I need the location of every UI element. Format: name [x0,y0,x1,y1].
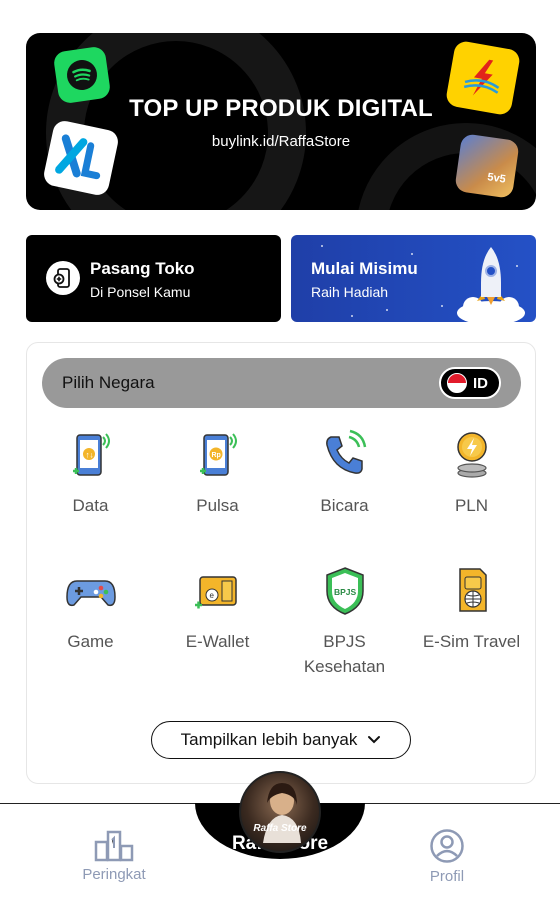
xl-logo-icon [41,118,121,198]
country-selector[interactable]: Pilih Negara ID [42,358,521,408]
esim-globe-icon [458,568,487,612]
svg-text:BPJS: BPJS [334,587,357,597]
bpjs-shield-icon: BPJS [325,567,364,615]
service-esim[interactable]: E-Sim Travel [408,563,535,654]
country-label: Pilih Negara [62,373,155,392]
country-pill[interactable]: ID [439,367,501,399]
mulai-misimu-card[interactable]: Mulai Misimu Raih Hadiah [291,235,536,322]
star-decoration [321,245,323,247]
rocket-icon [457,247,525,322]
pln-coin-icon [456,432,487,478]
services-card: Pilih Negara ID ↑↓ Data Rp Pulsa Bicara … [26,342,536,784]
nav-peringkat[interactable]: Peringkat [54,828,174,883]
service-label: Pulsa [196,496,239,515]
pasang-toko-subtitle: Di Ponsel Kamu [90,284,191,300]
nav-profil[interactable]: Profil [387,828,507,885]
nav-label: Profil [429,868,465,885]
svg-text:↑↓: ↑↓ [85,451,93,460]
store-avatar[interactable]: Raffa Store [239,771,321,853]
svg-text:e: e [209,591,214,600]
service-label: Bicara [320,496,369,515]
service-label: PLN [454,496,489,515]
star-decoration [441,305,443,307]
star-decoration [411,253,413,255]
chevron-down-icon [368,736,381,744]
pasang-toko-title: Pasang Toko [90,259,195,278]
phone-data-icon: ↑↓ [72,433,110,476]
service-pln[interactable]: PLN [408,427,535,518]
install-app-icon [46,261,80,295]
banner-title: TOP UP PRODUK DIGITAL [129,95,433,122]
service-bpjs[interactable]: BPJS BPJS Kesehatan [281,563,408,679]
indonesia-flag-icon [447,373,467,393]
service-pulsa[interactable]: Rp Pulsa [154,427,281,518]
user-profile-icon [430,829,464,863]
service-label: E-Sim Travel [422,632,521,651]
leaderboard-icon [94,830,134,862]
phone-pulsa-icon: Rp [199,433,237,476]
svg-text:Rp: Rp [211,452,220,459]
phone-call-icon [325,429,366,474]
gamepad-icon [65,580,116,607]
show-more-button[interactable]: Tampilkan lebih banyak [151,721,411,759]
service-ewallet[interactable]: e E-Wallet [154,563,281,654]
banner-subtitle: buylink.id/RaffaStore [211,133,351,150]
service-data[interactable]: ↑↓ Data [27,427,154,518]
service-label: Game [67,632,114,651]
show-more-label: Tampilkan lebih banyak [180,730,358,749]
service-label: E-Wallet [185,632,250,651]
pasang-toko-card[interactable]: Pasang Toko Di Ponsel Kamu [26,235,281,322]
country-code: ID [473,374,488,392]
svg-text:5v5: 5v5 [487,171,507,185]
service-game[interactable]: Game [27,563,154,654]
wallet-icon: e [194,576,237,609]
star-decoration [351,315,353,317]
service-label: BPJS Kesehatan [303,632,386,676]
top-up-banner[interactable]: 5v5 TOP UP PRODUK DIGITAL buylink.id/Raf… [26,33,536,210]
nav-label: Peringkat [82,866,146,883]
mulai-misimu-title: Mulai Misimu [311,259,418,278]
star-decoration [386,309,388,311]
service-bicara[interactable]: Bicara [281,427,408,518]
service-label: Data [72,496,109,515]
mulai-misimu-subtitle: Raih Hadiah [311,284,389,300]
avatar-text: Raffa Store [253,823,307,834]
